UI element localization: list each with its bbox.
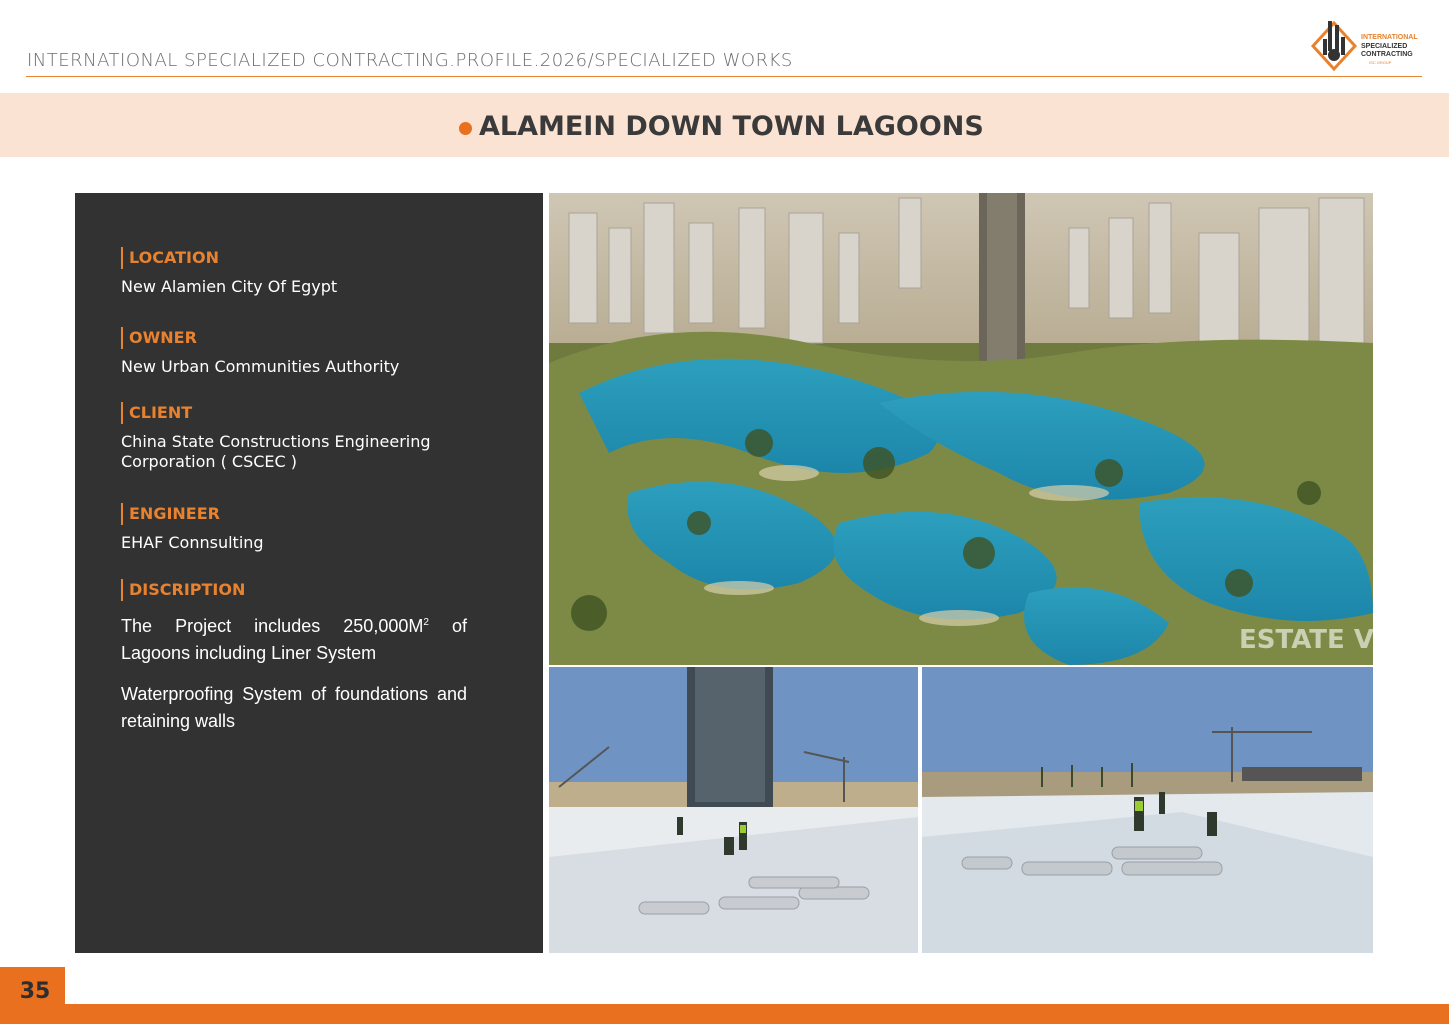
construction-photo-liner bbox=[922, 667, 1373, 953]
engineer-value: EHAF Connsulting bbox=[121, 533, 264, 552]
company-logo: INTERNATIONAL SPECIALIZED CONTRACTING IS… bbox=[1310, 19, 1430, 73]
engineer-section: ENGINEER EHAF Connsulting bbox=[121, 503, 481, 553]
engineer-label: ENGINEER bbox=[121, 503, 481, 525]
description-section: DISCRIPTION The Project includes 250,000… bbox=[121, 579, 467, 735]
logo-emblem-icon bbox=[1310, 20, 1358, 71]
location-section: LOCATION New Alamien City Of Egypt bbox=[121, 247, 481, 297]
logo-text-line: ISC GROUP bbox=[1369, 59, 1392, 65]
client-section: CLIENT China State Constructions Enginee… bbox=[121, 402, 481, 472]
client-label: CLIENT bbox=[121, 402, 481, 424]
owner-label: OWNER bbox=[121, 327, 481, 349]
document-header-title: INTERNATIONAL SPECIALIZED CONTRACTING.PR… bbox=[27, 50, 793, 71]
header-divider bbox=[26, 76, 1422, 77]
construction-photo-tower bbox=[549, 667, 918, 953]
client-value: China State Constructions Engineering Co… bbox=[121, 432, 431, 471]
project-title: ALAMEIN DOWN TOWN LAGOONS bbox=[479, 111, 984, 142]
description-waterproofing: Waterproofing System of foundations and … bbox=[121, 684, 467, 731]
logo-text-line: CONTRACTING bbox=[1361, 51, 1413, 58]
owner-section: OWNER New Urban Communities Authority bbox=[121, 327, 481, 377]
project-details-panel: LOCATION New Alamien City Of Egypt OWNER… bbox=[75, 193, 543, 953]
description-text: The Project includes 250,000M bbox=[121, 616, 424, 636]
description-scope: The Project includes 250,000M2 of Lagoon… bbox=[121, 609, 467, 667]
aerial-lagoon-photo: ESTATE VIEW bbox=[549, 193, 1373, 665]
location-value: New Alamien City Of Egypt bbox=[121, 277, 338, 296]
owner-value: New Urban Communities Authority bbox=[121, 357, 400, 376]
page-number: 35 bbox=[19, 979, 51, 1004]
bullet-dot-icon bbox=[459, 122, 472, 135]
logo-text-line: INTERNATIONAL bbox=[1361, 34, 1418, 41]
footer-bar bbox=[0, 1004, 1449, 1024]
location-label: LOCATION bbox=[121, 247, 481, 269]
logo-text-line: SPECIALIZED bbox=[1361, 42, 1408, 50]
estate-view-watermark: ESTATE VIEW bbox=[1239, 625, 1373, 655]
description-label: DISCRIPTION bbox=[121, 579, 467, 601]
